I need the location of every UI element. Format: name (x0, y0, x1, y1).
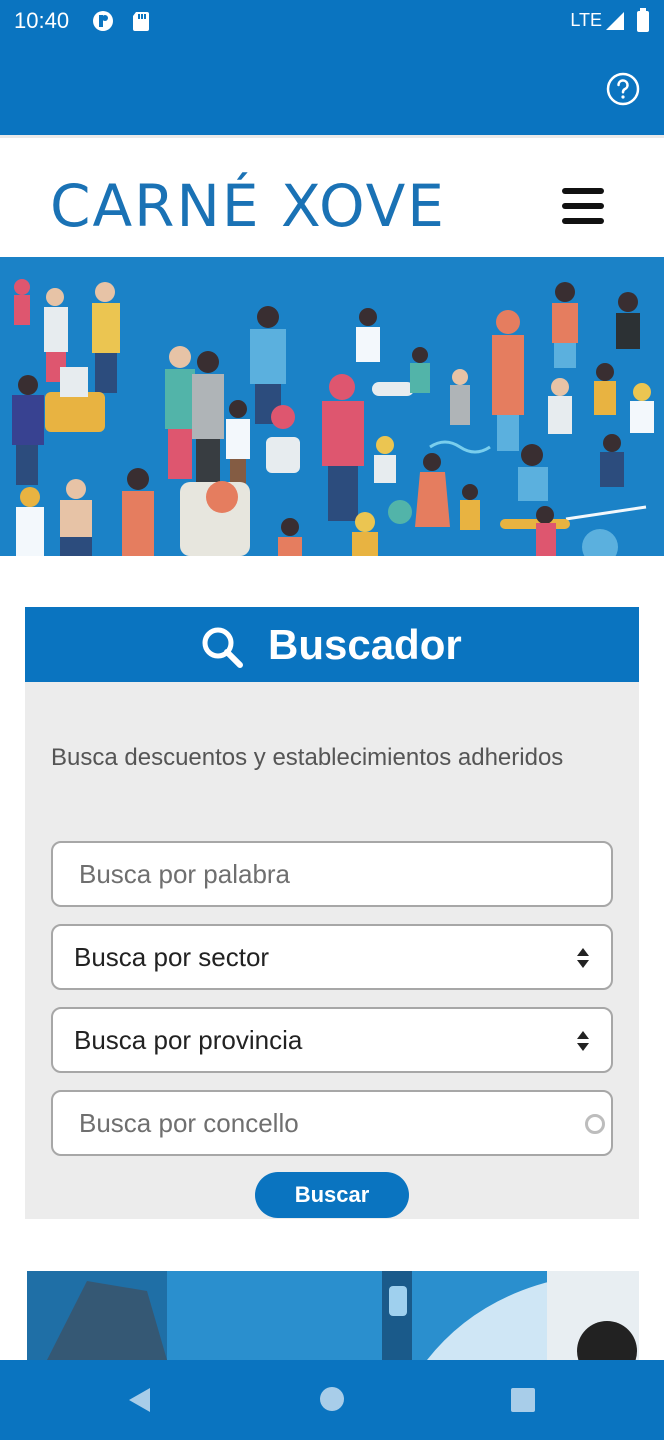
app-bar (0, 42, 664, 135)
search-title: Buscador (268, 621, 462, 668)
search-icon (202, 627, 243, 668)
sector-select[interactable]: Busca por sector (51, 924, 613, 990)
navigation-bar (0, 1360, 664, 1440)
loading-circle-icon (585, 1114, 605, 1134)
signal-icon (606, 12, 624, 30)
status-bar: 10:40 LTE (0, 0, 664, 42)
promo-photo[interactable] (27, 1271, 639, 1360)
sd-card-icon (133, 12, 149, 31)
search-description: Busca descuentos y establecimientos adhe… (51, 744, 564, 771)
network-type: LTE (570, 10, 602, 30)
search-header: Buscador (25, 607, 639, 682)
home-icon[interactable] (319, 1386, 345, 1412)
province-select[interactable]: Busca por provincia (51, 1007, 613, 1073)
status-time: 10:40 (14, 8, 70, 33)
select-arrows-icon (577, 948, 589, 968)
council-field[interactable] (51, 1090, 613, 1156)
sector-select-value: Busca por sector (74, 942, 270, 972)
battery-icon (637, 8, 649, 32)
keyword-field[interactable] (51, 841, 613, 907)
back-icon[interactable] (126, 1386, 152, 1414)
street-photo-image (27, 1271, 639, 1360)
search-button[interactable]: Buscar (255, 1172, 409, 1218)
keyword-input[interactable] (53, 843, 611, 905)
hero-banner-illustration (0, 257, 664, 556)
help-icon[interactable] (606, 72, 640, 106)
menu-icon[interactable] (560, 186, 606, 226)
select-arrows-icon (577, 1031, 589, 1051)
council-input[interactable] (53, 1092, 611, 1154)
recents-icon[interactable] (510, 1387, 536, 1413)
province-select-value: Busca por provincia (74, 1025, 303, 1055)
site-logo[interactable]: CARNÉ XOVE (50, 174, 446, 238)
people-illustration (0, 257, 664, 556)
search-card: Buscador Busca descuentos y establecimie… (25, 607, 639, 1219)
notification-app-icon (93, 11, 113, 31)
site-header: CARNÉ XOVE (0, 135, 664, 257)
